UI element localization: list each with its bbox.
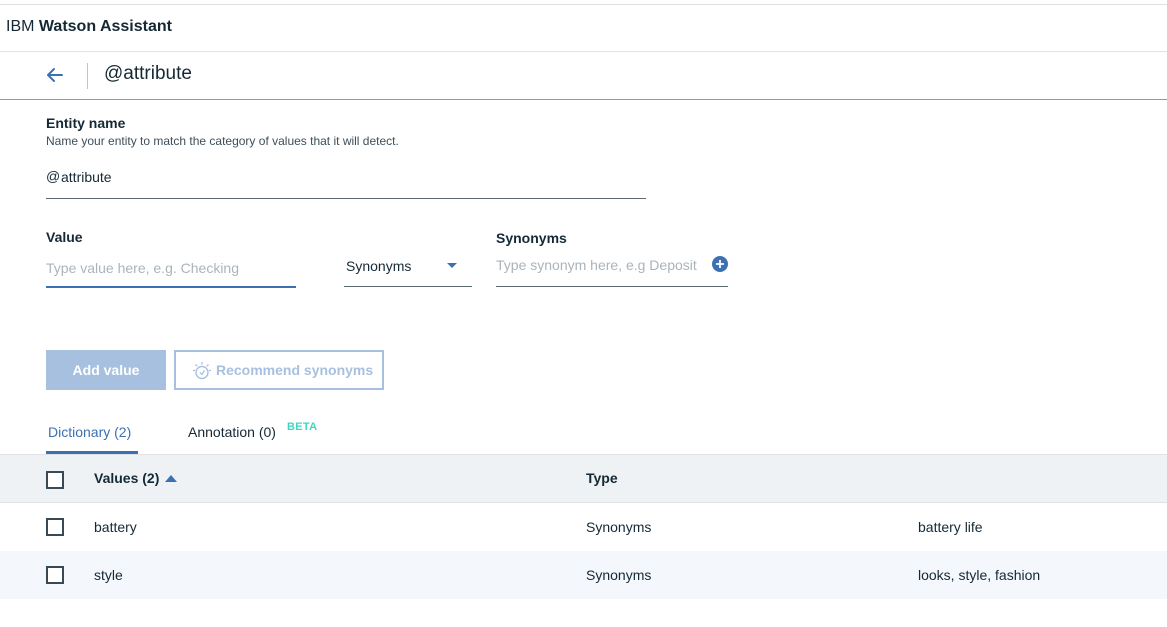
row-synonyms[interactable]: battery life xyxy=(918,519,983,535)
entity-name-label: Entity name xyxy=(46,115,126,131)
row-type: Synonyms xyxy=(586,519,652,535)
select-all-checkbox[interactable] xyxy=(46,471,64,489)
entity-header: @attribute xyxy=(0,52,1167,100)
synonyms-field xyxy=(496,252,728,287)
entity-name-field: @ xyxy=(46,164,646,199)
row-checkbox[interactable] xyxy=(46,566,64,584)
plus-circle-icon xyxy=(712,256,728,272)
brand[interactable]: IBM Watson Assistant xyxy=(6,18,172,36)
type-select-value: Synonyms xyxy=(346,258,412,274)
values-header-label: Values (2) xyxy=(94,470,160,486)
value-field xyxy=(46,252,296,288)
tab-dictionary[interactable]: Dictionary (2) xyxy=(46,424,138,454)
brand-prefix: IBM xyxy=(6,18,35,35)
values-column-header[interactable]: Values (2) xyxy=(94,470,178,486)
row-checkbox[interactable] xyxy=(46,518,64,536)
type-select[interactable]: Synonyms xyxy=(344,252,472,287)
row-synonyms[interactable]: looks, style, fashion xyxy=(918,567,1040,583)
caret-down-icon xyxy=(447,263,457,268)
table-row[interactable]: battery Synonyms battery life xyxy=(0,503,1167,551)
page-title: @attribute xyxy=(104,63,192,84)
value-label: Value xyxy=(46,229,83,245)
entity-name-input[interactable] xyxy=(61,165,641,189)
recommend-synonyms-label: Recommend synonyms xyxy=(216,362,374,378)
sort-ascending-icon[interactable] xyxy=(165,475,178,482)
brand-name: Watson Assistant xyxy=(38,18,172,35)
type-column-header: Type xyxy=(586,470,618,486)
arrow-left-icon xyxy=(47,68,63,82)
watson-icon xyxy=(193,362,211,380)
row-value[interactable]: style xyxy=(94,567,123,583)
back-button[interactable] xyxy=(44,64,66,86)
header-divider xyxy=(87,63,88,89)
table-row[interactable]: style Synonyms looks, style, fashion xyxy=(0,551,1167,599)
add-synonym-button[interactable] xyxy=(712,256,728,272)
recommend-synonyms-button[interactable]: Recommend synonyms xyxy=(174,350,384,390)
table-header: Values (2) Type xyxy=(0,454,1167,503)
synonyms-label: Synonyms xyxy=(496,230,567,246)
entity-name-help: Name your entity to match the category o… xyxy=(46,134,399,148)
beta-badge: BETA xyxy=(287,421,318,433)
top-bar: IBM Watson Assistant xyxy=(0,4,1167,52)
add-value-button[interactable]: Add value xyxy=(46,350,166,390)
row-type: Synonyms xyxy=(586,567,652,583)
value-input[interactable] xyxy=(46,256,291,280)
row-value[interactable]: battery xyxy=(94,519,137,535)
values-table: Values (2) Type battery Synonyms battery… xyxy=(0,454,1167,599)
entity-prefix: @ xyxy=(46,168,61,184)
synonym-input[interactable] xyxy=(496,253,701,277)
tab-annotation[interactable]: Annotation (0) xyxy=(188,424,276,454)
